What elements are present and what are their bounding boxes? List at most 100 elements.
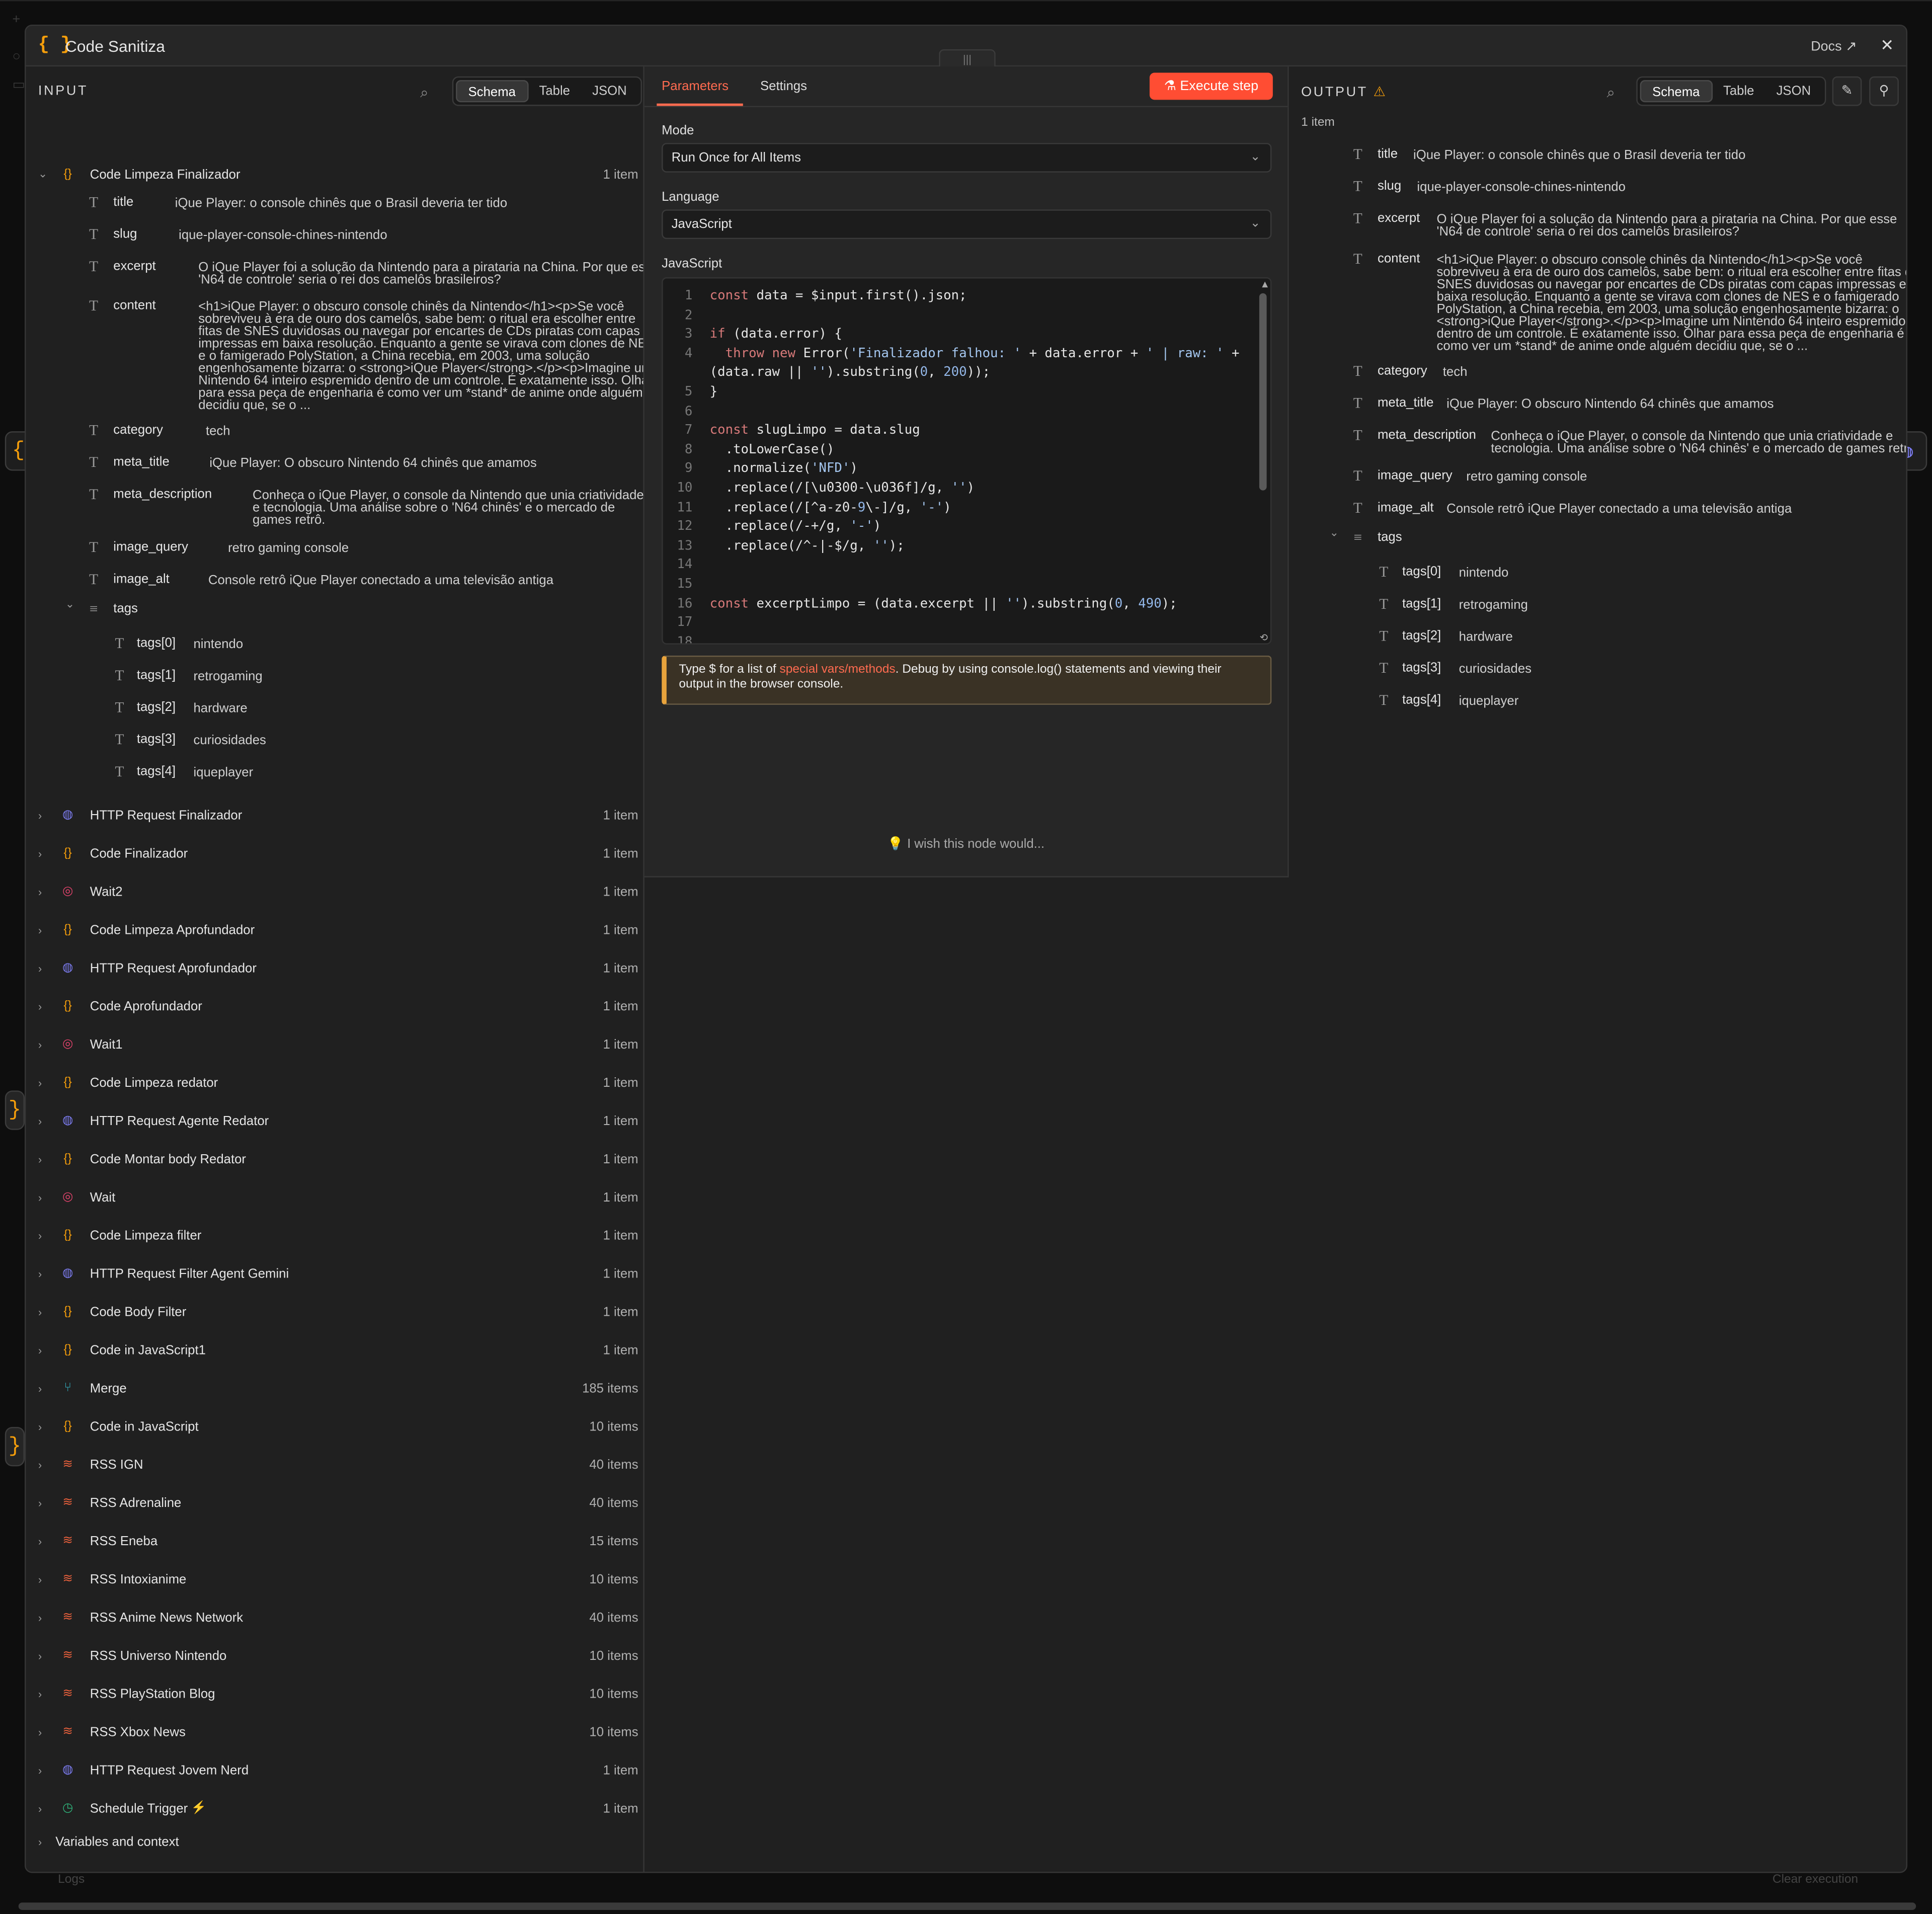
tag-item[interactable]: Ttags[3] curiosidades — [1289, 657, 1906, 679]
node-title[interactable]: Code Sanitiza — [65, 37, 165, 55]
schema-field[interactable]: Timage_alt Console retrô iQue Player cone… — [1289, 497, 1906, 526]
schema-field[interactable]: Ttitle iQue Player: o console chinês que … — [26, 191, 643, 221]
chevron-right-icon[interactable]: › — [38, 848, 42, 860]
tag-item[interactable]: Ttags[0] nintendo — [26, 632, 643, 654]
schema-field[interactable]: Tslug ique-player-console-chines-nintendo — [26, 223, 643, 253]
schema-field[interactable]: Tmeta_title iQue Player: O obscuro Ninten… — [26, 451, 643, 481]
node-row[interactable]: › ≋ RSS Eneba 15 items — [26, 1534, 643, 1559]
node-row[interactable]: › ≋ RSS Anime News Network 40 items — [26, 1611, 643, 1635]
chevron-right-icon[interactable]: › — [38, 1765, 42, 1777]
node-row[interactable]: › {} Code Limpeza redator 1 item — [26, 1076, 643, 1100]
node-row[interactable]: › ≋ RSS IGN 40 items — [26, 1458, 643, 1482]
schema-field[interactable]: Tmeta_description Conheça o iQue Player, … — [26, 483, 643, 537]
close-icon[interactable]: ✕ — [1880, 36, 1894, 55]
schema-field[interactable]: Tslug ique-player-console-chines-nintendo — [1289, 175, 1906, 205]
chevron-right-icon[interactable]: › — [38, 1803, 42, 1815]
node-row[interactable]: › ≋ RSS Intoxianime 10 items — [26, 1572, 643, 1597]
pin-icon[interactable]: ⚲ — [1869, 76, 1899, 106]
node-row[interactable]: › ≋ RSS Universo Nintendo 10 items — [26, 1649, 643, 1673]
node-row[interactable]: › ◷ Schedule Trigger ⚡ 1 item — [26, 1801, 643, 1826]
node-row[interactable]: › {} Code Limpeza Aprofundador 1 item — [26, 923, 643, 947]
schema-field[interactable]: Tcontent <h1>iQue Player: o obscuro conso… — [1289, 248, 1906, 356]
node-row[interactable]: › ◎ Wait1 1 item — [26, 1038, 643, 1062]
chevron-right-icon[interactable]: › — [38, 810, 42, 822]
tag-item[interactable]: Ttags[3] curiosidades — [26, 728, 643, 750]
search-icon[interactable]: ⌕ — [420, 84, 428, 103]
chevron-right-icon[interactable]: › — [38, 1001, 42, 1013]
node-row[interactable]: › {} Code Body Filter 1 item — [26, 1305, 643, 1329]
node-row[interactable]: › ◍ HTTP Request Agente Redator 1 item — [26, 1114, 643, 1139]
node-row[interactable]: › ◍ HTTP Request Filter Agent Gemini 1 item — [26, 1267, 643, 1292]
schema-field[interactable]: Timage_query retro gaming console — [26, 536, 643, 566]
chevron-down-icon[interactable]: ⌄ — [65, 598, 74, 611]
chevron-right-icon[interactable]: › — [38, 1230, 42, 1242]
tags-field[interactable]: ⌄ ≡ tags — [26, 598, 643, 620]
chevron-right-icon[interactable]: › — [38, 1115, 42, 1127]
docs-link[interactable]: Docs ↗ — [1811, 38, 1857, 54]
chevron-right-icon[interactable]: › — [38, 1344, 42, 1357]
node-row[interactable]: › ◍ HTTP Request Jovem Nerd 1 item — [26, 1764, 643, 1788]
chevron-right-icon[interactable]: › — [38, 886, 42, 898]
variables-context-row[interactable]: › Variables and context — [26, 1835, 643, 1860]
node-row[interactable]: › ⑂ Merge 185 items — [26, 1381, 643, 1406]
schema-field[interactable]: Texcerpt O iQue Player foi a solução da N… — [1289, 207, 1906, 249]
tab-schema[interactable]: Schema — [1640, 80, 1712, 103]
node-row[interactable]: › ◎ Wait2 1 item — [26, 885, 643, 909]
logs-label[interactable]: Logs — [58, 1873, 85, 1886]
node-row[interactable]: › {} Code Aprofundador 1 item — [26, 999, 643, 1024]
tag-item[interactable]: Ttags[0] nintendo — [1289, 561, 1906, 583]
schema-field[interactable]: Tmeta_description Conheça o iQue Player, … — [1289, 424, 1906, 465]
active-node-row[interactable]: ⌄ {} Code Limpeza Finalizador 1 item — [26, 168, 643, 192]
chevron-right-icon[interactable]: › — [38, 1650, 42, 1662]
scroll-up-icon[interactable]: ▲ — [1262, 278, 1268, 289]
node-row[interactable]: › {} Code Finalizador 1 item — [26, 846, 643, 871]
chevron-right-icon[interactable]: › — [38, 1688, 42, 1700]
code-scrollbar[interactable] — [1259, 293, 1267, 491]
special-vars-link[interactable]: special vars/methods — [780, 663, 896, 677]
chevron-right-icon[interactable]: › — [38, 1726, 42, 1738]
schema-field[interactable]: Tcategory tech — [26, 419, 643, 449]
tag-item[interactable]: Ttags[2] hardware — [1289, 625, 1906, 647]
chevron-right-icon[interactable]: › — [38, 963, 42, 975]
node-code-badge-2[interactable]: } — [5, 1090, 25, 1130]
tab-settings[interactable]: Settings — [760, 79, 807, 94]
search-icon[interactable]: ⌕ — [1606, 84, 1615, 103]
horizontal-scrollbar[interactable] — [18, 1902, 1916, 1910]
mode-select[interactable]: Run Once for All Items ⌄ — [662, 143, 1272, 173]
chevron-right-icon[interactable]: › — [38, 1459, 42, 1471]
chevron-right-icon[interactable]: › — [38, 1153, 42, 1165]
schema-field[interactable]: Timage_alt Console retrô iQue Player cone… — [26, 568, 643, 598]
schema-field[interactable]: Tmeta_title iQue Player: O obscuro Ninten… — [1289, 392, 1906, 422]
tab-parameters[interactable]: Parameters — [662, 79, 729, 94]
tag-item[interactable]: Ttags[2] hardware — [26, 696, 643, 719]
tag-item[interactable]: Ttags[1] retrogaming — [1289, 593, 1906, 615]
edit-icon[interactable]: ✎ — [1832, 76, 1862, 106]
node-row[interactable]: › {} Code in JavaScript 10 items — [26, 1419, 643, 1444]
chevron-right-icon[interactable]: › — [38, 1383, 42, 1395]
node-row[interactable]: › ≋ RSS PlayStation Blog 10 items — [26, 1687, 643, 1712]
chevron-right-icon[interactable]: › — [38, 1039, 42, 1051]
node-row[interactable]: › {} Code in JavaScript1 1 item — [26, 1343, 643, 1368]
chevron-right-icon[interactable]: › — [38, 1836, 42, 1848]
chevron-right-icon[interactable]: › — [38, 1268, 42, 1280]
chevron-right-icon[interactable]: › — [38, 1497, 42, 1509]
chevron-down-icon[interactable]: ⌄ — [38, 168, 47, 181]
feedback-link[interactable]: 💡 I wish this node would... — [645, 835, 1287, 851]
clear-execution-button[interactable]: Clear execution — [1773, 1873, 1858, 1886]
tab-json[interactable]: JSON — [1765, 80, 1822, 102]
chevron-right-icon[interactable]: › — [38, 1421, 42, 1433]
schema-field[interactable]: Tcategory tech — [1289, 360, 1906, 389]
chevron-right-icon[interactable]: › — [38, 924, 42, 936]
tab-schema[interactable]: Schema — [456, 80, 528, 103]
node-row[interactable]: › ◍ HTTP Request Aprofundador 1 item — [26, 961, 643, 986]
node-row[interactable]: › {} Code Montar body Redator 1 item — [26, 1152, 643, 1177]
node-row[interactable]: › ≋ RSS Xbox News 10 items — [26, 1725, 643, 1750]
schema-field[interactable]: Timage_query retro gaming console — [1289, 464, 1906, 494]
chevron-right-icon[interactable]: › — [38, 1612, 42, 1624]
chevron-down-icon[interactable]: ⌄ — [1329, 526, 1338, 540]
resize-icon[interactable]: ⟲ — [1260, 632, 1268, 643]
tab-table[interactable]: Table — [528, 80, 581, 102]
node-row[interactable]: › {} Code Limpeza filter 1 item — [26, 1229, 643, 1253]
node-code-badge-3[interactable]: } — [5, 1426, 25, 1467]
chevron-right-icon[interactable]: › — [38, 1191, 42, 1204]
